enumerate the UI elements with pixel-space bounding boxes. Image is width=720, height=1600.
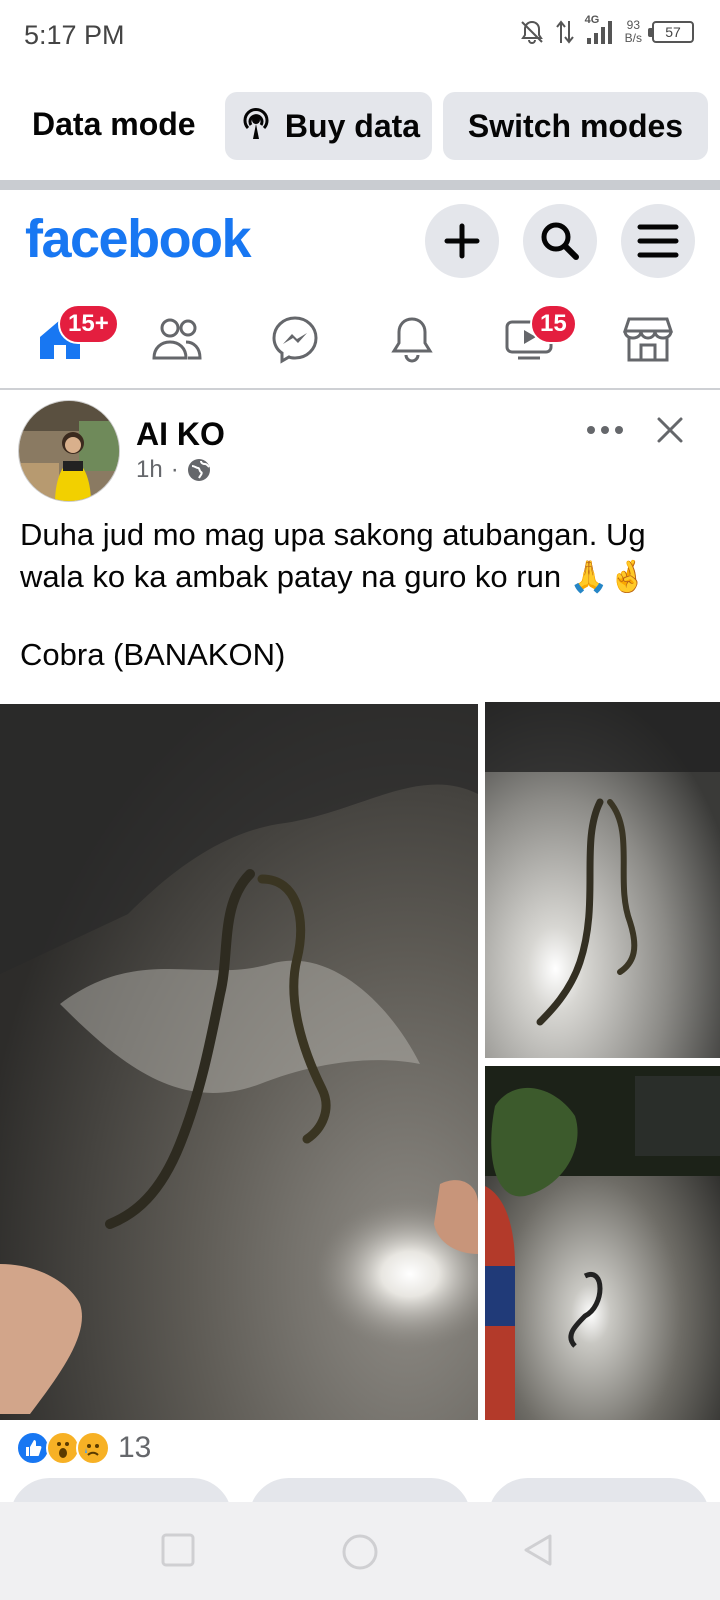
messenger-icon (272, 316, 318, 364)
post-text-line: Duha jud mo mag upa sakong atubangan. Ug (20, 517, 646, 552)
network-speed: 93 B/s (625, 19, 642, 45)
friends-icon (152, 318, 202, 360)
home-badge: 15+ (58, 304, 119, 344)
post-text-line: Cobra (BANAKON) (20, 637, 286, 672)
network-type: 4G (584, 14, 600, 26)
data-mode-label: Data mode (32, 106, 196, 142)
post-text: Duha jud mo mag upa sakong atubangan. Ug… (20, 514, 710, 676)
net-speed-unit: B/s (624, 31, 642, 45)
tab-messenger[interactable] (235, 290, 355, 388)
data-mode-bar: Data mode Buy data Switch modes (0, 72, 720, 180)
recents-button[interactable] (160, 1532, 196, 1573)
switch-modes-label: Switch modes (467, 107, 684, 144)
wow-icon (46, 1431, 80, 1465)
status-icons: 4G 93 B/s 57 (519, 14, 694, 46)
watch-badge: 15 (530, 304, 577, 344)
plus-icon (444, 223, 480, 259)
tab-friends[interactable] (117, 290, 237, 388)
post-time[interactable]: 1h (136, 456, 163, 484)
menu-button[interactable] (621, 204, 695, 278)
divider (0, 180, 720, 190)
search-icon (541, 222, 579, 260)
buy-data-label: Buy data (284, 107, 421, 144)
post-meta: 1h · (136, 456, 211, 484)
post-text-line: wala ko ka ambak patay na guro ko run 🙏🤞 (20, 559, 647, 594)
hamburger-icon (637, 224, 679, 258)
post-photo-main[interactable] (0, 704, 478, 1420)
square-icon (161, 1533, 195, 1567)
meta-separator: · (170, 456, 179, 483)
switch-modes-button[interactable]: Switch modes (443, 92, 708, 160)
status-bar: 5:17 PM 4G 93 B/s 57 (0, 0, 720, 72)
post-photo-bottom-right[interactable] (485, 1066, 720, 1420)
battery-level: 57 (665, 24, 681, 40)
close-icon (657, 417, 683, 443)
back-button[interactable] (520, 1532, 556, 1573)
android-navigation-bar (0, 1502, 720, 1600)
sad-icon (76, 1431, 110, 1465)
broadcast-icon (237, 103, 275, 149)
tab-notifications[interactable] (352, 290, 472, 388)
like-icon (16, 1431, 50, 1465)
post-photo-top-right[interactable] (485, 702, 720, 1058)
globe-icon (187, 459, 210, 481)
more-icon (587, 426, 623, 434)
create-button[interactable] (425, 204, 499, 278)
back-triangle-icon (524, 1534, 552, 1566)
status-time: 5:17 PM (24, 20, 125, 50)
marketplace-icon (623, 317, 673, 362)
search-button[interactable] (523, 204, 597, 278)
hide-post-button[interactable] (648, 408, 692, 452)
buy-data-button[interactable]: Buy data (225, 92, 432, 160)
tab-home[interactable]: 15+ (0, 290, 120, 388)
facebook-logo[interactable]: facebook (25, 208, 252, 270)
reactions-summary[interactable]: 13 (16, 1428, 151, 1468)
bell-icon (391, 317, 433, 363)
more-options-button[interactable] (580, 410, 630, 450)
circle-icon (342, 1534, 378, 1570)
signal-icon: 4G (585, 14, 615, 46)
nav-tabs: 15+ 15 (0, 290, 720, 390)
home-nav-button[interactable] (340, 1532, 380, 1577)
post-author[interactable]: AI KO (136, 416, 225, 453)
avatar[interactable] (18, 400, 120, 502)
facebook-header: facebook (0, 190, 720, 290)
mute-notifications-icon (519, 19, 545, 45)
battery-icon: 57 (648, 21, 694, 43)
tab-watch[interactable]: 15 (470, 290, 590, 388)
data-transfer-icon (555, 19, 575, 45)
reaction-count: 13 (118, 1431, 152, 1464)
tab-marketplace[interactable] (588, 290, 708, 388)
